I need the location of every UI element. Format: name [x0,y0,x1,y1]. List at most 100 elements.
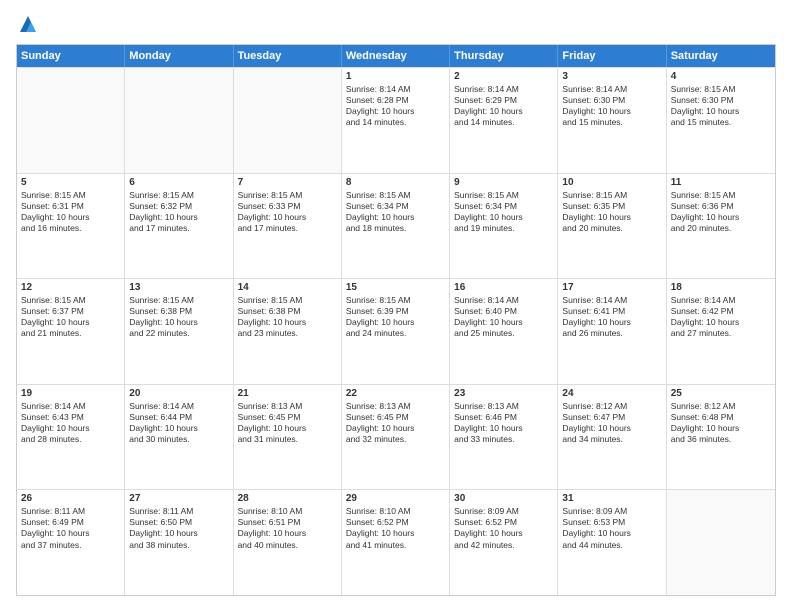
cell-line-2: Daylight: 10 hours [562,212,661,223]
day-cell-24: 24Sunrise: 8:12 AMSunset: 6:47 PMDayligh… [558,385,666,490]
cell-line-2: Daylight: 10 hours [454,106,553,117]
cell-line-3: and 16 minutes. [21,223,120,234]
cell-line-1: Sunset: 6:34 PM [346,201,445,212]
cell-line-3: and 33 minutes. [454,434,553,445]
cell-line-1: Sunset: 6:33 PM [238,201,337,212]
page: SundayMondayTuesdayWednesdayThursdayFrid… [0,0,792,612]
header-cell-thursday: Thursday [450,45,558,67]
cell-line-3: and 34 minutes. [562,434,661,445]
day-cell-1: 1Sunrise: 8:14 AMSunset: 6:28 PMDaylight… [342,68,450,173]
calendar-row-4: 26Sunrise: 8:11 AMSunset: 6:49 PMDayligh… [17,489,775,595]
header-cell-monday: Monday [125,45,233,67]
cell-line-2: Daylight: 10 hours [21,212,120,223]
day-cell-20: 20Sunrise: 8:14 AMSunset: 6:44 PMDayligh… [125,385,233,490]
cell-line-2: Daylight: 10 hours [562,528,661,539]
cell-line-1: Sunset: 6:43 PM [21,412,120,423]
cell-line-1: Sunset: 6:38 PM [129,306,228,317]
cell-line-3: and 17 minutes. [129,223,228,234]
cell-line-2: Daylight: 10 hours [238,317,337,328]
cell-line-1: Sunset: 6:50 PM [129,517,228,528]
cell-line-1: Sunset: 6:39 PM [346,306,445,317]
cell-line-2: Daylight: 10 hours [346,212,445,223]
cell-line-2: Daylight: 10 hours [454,212,553,223]
day-cell-9: 9Sunrise: 8:15 AMSunset: 6:34 PMDaylight… [450,174,558,279]
cell-line-1: Sunset: 6:48 PM [671,412,771,423]
cell-line-0: Sunrise: 8:14 AM [562,84,661,95]
cell-line-0: Sunrise: 8:13 AM [346,401,445,412]
cell-line-1: Sunset: 6:40 PM [454,306,553,317]
cell-line-3: and 42 minutes. [454,540,553,551]
calendar-row-0: 1Sunrise: 8:14 AMSunset: 6:28 PMDaylight… [17,67,775,173]
day-number: 19 [21,388,120,399]
day-number: 9 [454,177,553,188]
cell-line-3: and 37 minutes. [21,540,120,551]
cell-line-3: and 28 minutes. [21,434,120,445]
logo-icon [18,14,38,34]
cell-line-3: and 31 minutes. [238,434,337,445]
cell-line-3: and 15 minutes. [671,117,771,128]
cell-line-2: Daylight: 10 hours [21,423,120,434]
day-cell-30: 30Sunrise: 8:09 AMSunset: 6:52 PMDayligh… [450,490,558,595]
day-cell-18: 18Sunrise: 8:14 AMSunset: 6:42 PMDayligh… [667,279,775,384]
day-number: 17 [562,282,661,293]
cell-line-2: Daylight: 10 hours [129,528,228,539]
cell-line-1: Sunset: 6:52 PM [454,517,553,528]
cell-line-0: Sunrise: 8:15 AM [671,84,771,95]
cell-line-3: and 24 minutes. [346,328,445,339]
day-cell-14: 14Sunrise: 8:15 AMSunset: 6:38 PMDayligh… [234,279,342,384]
cell-line-0: Sunrise: 8:15 AM [346,190,445,201]
day-number: 13 [129,282,228,293]
day-number: 23 [454,388,553,399]
cell-line-1: Sunset: 6:36 PM [671,201,771,212]
cell-line-3: and 38 minutes. [129,540,228,551]
day-cell-28: 28Sunrise: 8:10 AMSunset: 6:51 PMDayligh… [234,490,342,595]
cell-line-2: Daylight: 10 hours [346,106,445,117]
cell-line-3: and 19 minutes. [454,223,553,234]
day-number: 27 [129,493,228,504]
cell-line-0: Sunrise: 8:15 AM [562,190,661,201]
calendar-row-1: 5Sunrise: 8:15 AMSunset: 6:31 PMDaylight… [17,173,775,279]
cell-line-0: Sunrise: 8:15 AM [671,190,771,201]
header-cell-friday: Friday [558,45,666,67]
cell-line-2: Daylight: 10 hours [238,212,337,223]
cell-line-2: Daylight: 10 hours [562,317,661,328]
day-number: 11 [671,177,771,188]
cell-line-3: and 25 minutes. [454,328,553,339]
day-cell-29: 29Sunrise: 8:10 AMSunset: 6:52 PMDayligh… [342,490,450,595]
cell-line-2: Daylight: 10 hours [454,317,553,328]
cell-line-3: and 41 minutes. [346,540,445,551]
day-number: 7 [238,177,337,188]
day-cell-5: 5Sunrise: 8:15 AMSunset: 6:31 PMDaylight… [17,174,125,279]
cell-line-3: and 17 minutes. [238,223,337,234]
cell-line-3: and 32 minutes. [346,434,445,445]
day-cell-17: 17Sunrise: 8:14 AMSunset: 6:41 PMDayligh… [558,279,666,384]
header-cell-sunday: Sunday [17,45,125,67]
day-number: 25 [671,388,771,399]
cell-line-1: Sunset: 6:30 PM [562,95,661,106]
day-cell-16: 16Sunrise: 8:14 AMSunset: 6:40 PMDayligh… [450,279,558,384]
day-cell-2: 2Sunrise: 8:14 AMSunset: 6:29 PMDaylight… [450,68,558,173]
cell-line-3: and 14 minutes. [454,117,553,128]
cell-line-3: and 40 minutes. [238,540,337,551]
cell-line-0: Sunrise: 8:15 AM [346,295,445,306]
cell-line-0: Sunrise: 8:15 AM [129,295,228,306]
cell-line-2: Daylight: 10 hours [238,528,337,539]
empty-cell-0-0 [17,68,125,173]
calendar-row-2: 12Sunrise: 8:15 AMSunset: 6:37 PMDayligh… [17,278,775,384]
day-number: 24 [562,388,661,399]
day-cell-12: 12Sunrise: 8:15 AMSunset: 6:37 PMDayligh… [17,279,125,384]
cell-line-0: Sunrise: 8:15 AM [21,295,120,306]
day-number: 30 [454,493,553,504]
calendar-header-row: SundayMondayTuesdayWednesdayThursdayFrid… [17,45,775,67]
cell-line-0: Sunrise: 8:11 AM [21,506,120,517]
cell-line-1: Sunset: 6:53 PM [562,517,661,528]
day-cell-7: 7Sunrise: 8:15 AMSunset: 6:33 PMDaylight… [234,174,342,279]
cell-line-3: and 36 minutes. [671,434,771,445]
cell-line-1: Sunset: 6:49 PM [21,517,120,528]
day-cell-23: 23Sunrise: 8:13 AMSunset: 6:46 PMDayligh… [450,385,558,490]
day-number: 16 [454,282,553,293]
cell-line-1: Sunset: 6:45 PM [238,412,337,423]
cell-line-3: and 23 minutes. [238,328,337,339]
cell-line-0: Sunrise: 8:14 AM [129,401,228,412]
cell-line-1: Sunset: 6:45 PM [346,412,445,423]
